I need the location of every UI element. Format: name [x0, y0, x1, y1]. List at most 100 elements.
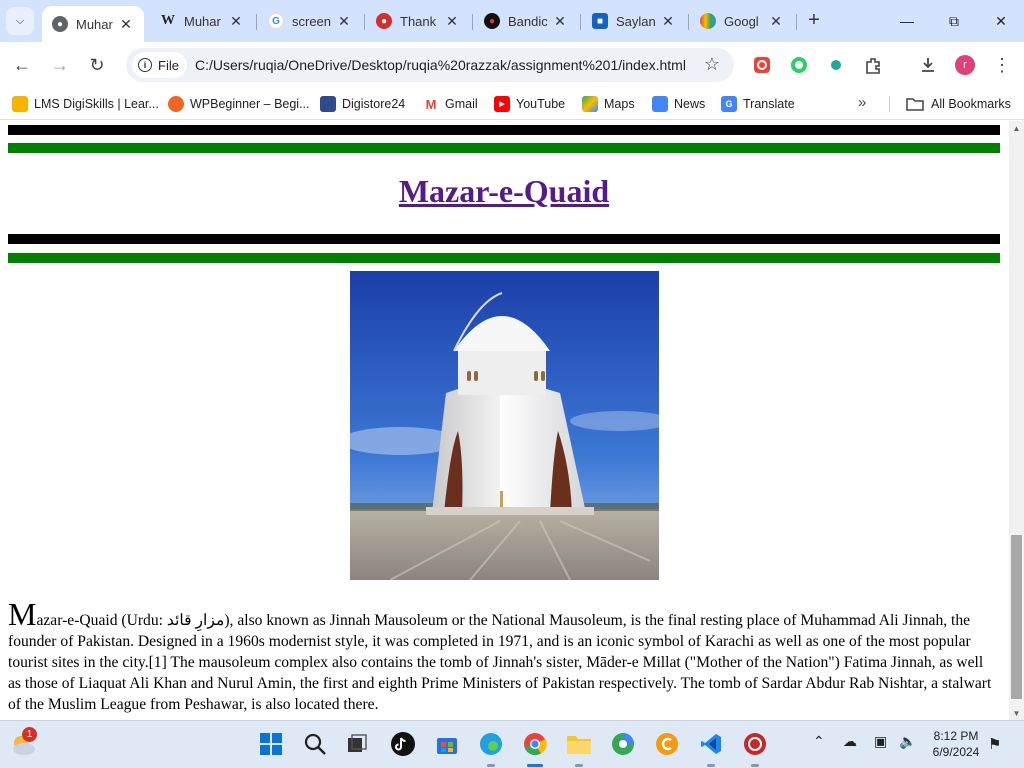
all-bookmarks-folder[interactable]: All Bookmarks	[906, 94, 1011, 114]
description-text: azar-e-Quaid (Urdu: مزارِ قائد), also kn…	[8, 612, 992, 713]
bookmark-item[interactable]: LMS DigiSkills | Lear...	[12, 94, 159, 114]
back-button[interactable]: ←	[8, 51, 36, 79]
contact-icon: ■	[592, 13, 608, 29]
task-view-button[interactable]	[342, 729, 372, 759]
edge-app[interactable]	[476, 729, 506, 759]
bookmark-label: Translate	[743, 97, 795, 111]
task-view-icon	[348, 734, 367, 752]
tab-2[interactable]: W Muhar ✕	[150, 6, 254, 36]
minimize-button[interactable]: —	[893, 8, 921, 34]
close-icon[interactable]: ✕	[552, 13, 568, 30]
show-hidden-icons-chevron-icon[interactable]: ⌃	[813, 733, 825, 750]
address-bar[interactable]: i File C:/Users/ruqia/OneDrive/Desktop/r…	[126, 48, 734, 82]
extension-blue-button[interactable]	[824, 53, 848, 77]
bandicam-app[interactable]	[740, 729, 770, 759]
bookmark-item[interactable]: Maps	[582, 94, 635, 114]
system-clock[interactable]: 8:12 PM 6/9/2024	[928, 728, 984, 760]
notification-bell-icon[interactable]: ⚑	[988, 735, 1001, 753]
bookmark-label: LMS DigiSkills | Lear...	[34, 97, 159, 111]
extension-dot-icon	[831, 60, 841, 70]
bookmark-label: Digistore24	[342, 97, 406, 111]
bookmark-item[interactable]: G Translate	[721, 94, 795, 114]
network-icon[interactable]: ▣	[874, 733, 887, 750]
page-heading-link[interactable]: Mazar-e-Quaid	[8, 173, 1000, 210]
close-icon[interactable]: ✕	[768, 13, 784, 30]
extension-whatsapp-button[interactable]	[787, 53, 811, 77]
tab-6[interactable]: ■ Saylan ✕	[582, 6, 686, 36]
profile-avatar[interactable]: r	[955, 55, 975, 75]
chrome-active-indicator	[527, 764, 543, 767]
vscode-app[interactable]	[696, 729, 726, 759]
extensions-button[interactable]	[861, 53, 885, 77]
new-tab-button[interactable]: +	[803, 9, 825, 31]
bookmark-item[interactable]: ▶ YouTube	[494, 94, 565, 114]
bookmarks-divider	[889, 96, 890, 112]
puzzle-icon	[866, 58, 880, 74]
file-explorer-app[interactable]	[564, 729, 594, 759]
green-rule-top	[8, 143, 1000, 153]
drop-cap-letter: M	[8, 596, 37, 632]
start-button[interactable]	[256, 729, 286, 759]
notification-badge: 1	[22, 727, 37, 742]
bookmark-item[interactable]: M Gmail	[423, 94, 478, 114]
site-info-chip[interactable]: i File	[132, 52, 187, 78]
copyright-app[interactable]	[652, 729, 682, 759]
menu-button[interactable]: ⋮	[992, 53, 1012, 77]
tab-3[interactable]: G screen ✕	[258, 6, 362, 36]
close-icon[interactable]: ✕	[336, 13, 352, 30]
extension-record-button[interactable]	[750, 53, 774, 77]
tab-divider	[472, 14, 473, 30]
bookmark-item[interactable]: Digistore24	[320, 94, 405, 114]
record-extension-icon	[754, 57, 770, 73]
close-icon[interactable]: ✕	[118, 16, 134, 33]
search-icon	[304, 733, 326, 755]
forward-button[interactable]: →	[46, 51, 74, 79]
tab-search-button[interactable]: ⌵	[6, 7, 34, 35]
black-rule-top	[8, 125, 1000, 135]
maps-icon	[582, 96, 598, 112]
tab-title: Saylan	[616, 13, 656, 29]
bookmark-item[interactable]: News	[652, 94, 705, 114]
volume-icon[interactable]: 🔈	[899, 733, 916, 750]
tab-divider	[688, 14, 689, 30]
scroll-up-arrow-icon[interactable]: ▲	[1009, 121, 1024, 135]
tab-title: Thank	[400, 13, 437, 29]
close-icon[interactable]: ✕	[228, 13, 244, 30]
tab-7[interactable]: Googl ✕	[690, 6, 794, 36]
wpbeginner-icon	[168, 96, 184, 112]
close-window-button[interactable]: ✕	[987, 8, 1015, 34]
url-text[interactable]: C:/Users/ruqia/OneDrive/Desktop/ruqia%20…	[195, 57, 686, 73]
close-icon[interactable]: ✕	[444, 13, 460, 30]
microsoft-store-app[interactable]	[432, 729, 462, 759]
green-rule-bottom	[8, 253, 1000, 263]
chrome-beta-app[interactable]	[608, 729, 638, 759]
explorer-running-indicator	[575, 764, 583, 767]
bookmark-item[interactable]: WPBeginner – Begi...	[168, 94, 310, 114]
close-icon[interactable]: ✕	[660, 13, 676, 30]
restore-icon: ⧉	[949, 12, 959, 29]
more-bookmarks-icon[interactable]: »	[858, 94, 866, 111]
bandicam-running-indicator	[751, 764, 759, 767]
bookmark-star-icon[interactable]: ☆	[704, 54, 720, 75]
tiktok-app[interactable]	[388, 729, 418, 759]
windows-logo-icon	[260, 733, 282, 755]
chrome-app[interactable]	[520, 729, 550, 759]
scroll-down-arrow-icon[interactable]: ▼	[1009, 706, 1024, 720]
vertical-scrollbar[interactable]: ▲ ▼	[1009, 121, 1024, 720]
translate-icon: G	[721, 96, 737, 112]
restore-button[interactable]: ⧉	[940, 8, 968, 34]
tab-1[interactable]: ● Muhar ✕	[42, 6, 144, 42]
downloads-button[interactable]	[916, 53, 940, 77]
bookmark-label: Gmail	[445, 97, 478, 111]
bookmark-label: YouTube	[516, 97, 566, 111]
tiktok-icon	[391, 732, 415, 756]
plus-icon: +	[808, 8, 820, 31]
vscode-running-indicator	[707, 764, 715, 767]
taskbar-search-button[interactable]	[300, 729, 330, 759]
scroll-thumb[interactable]	[1011, 535, 1022, 699]
tab-title: Muhar	[184, 13, 221, 29]
tab-5[interactable]: ● Bandic ✕	[474, 6, 578, 36]
tab-4[interactable]: ● Thank ✕	[366, 6, 470, 36]
onedrive-cloud-icon[interactable]: ☁	[843, 733, 857, 750]
reload-button[interactable]: ↻	[83, 51, 111, 79]
